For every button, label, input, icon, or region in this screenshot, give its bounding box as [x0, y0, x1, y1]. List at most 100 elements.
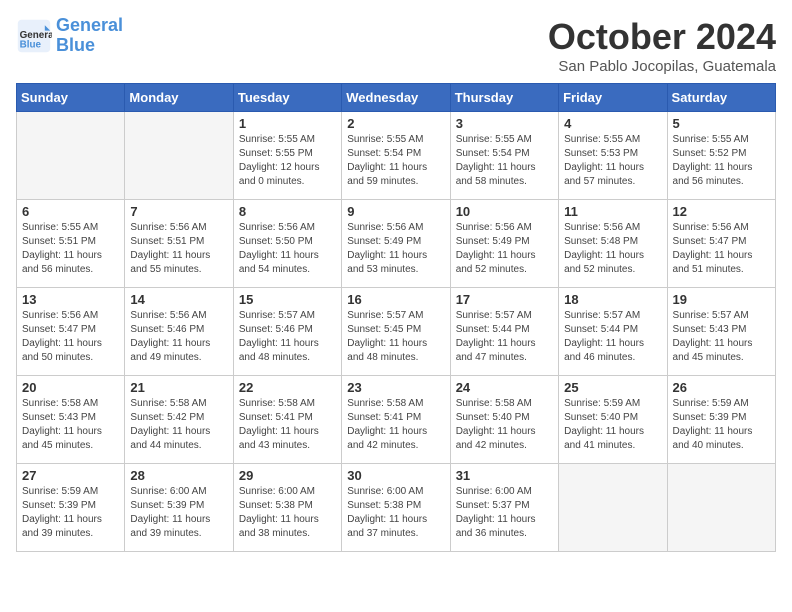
day-info: Sunrise: 5:55 AM Sunset: 5:52 PM Dayligh…	[673, 133, 770, 189]
day-number: 28	[130, 468, 227, 483]
calendar-header-row: SundayMondayTuesdayWednesdayThursdayFrid…	[17, 84, 776, 112]
day-number: 18	[564, 292, 661, 307]
calendar-cell: 2Sunrise: 5:55 AM Sunset: 5:54 PM Daylig…	[342, 112, 450, 200]
day-info: Sunrise: 5:57 AM Sunset: 5:44 PM Dayligh…	[564, 309, 661, 365]
calendar-cell: 26 Sunrise: 5:59 AM Sunset: 5:39 PM Dayli…	[667, 376, 775, 464]
day-info: Sunrise: 5:56 AM Sunset: 5:48 PM Dayligh…	[564, 221, 661, 277]
calendar-cell: 12 Sunrise: 5:56 AM Sunset: 5:47 PM Dayli…	[667, 200, 775, 288]
day-info: Sunrise: 5:56 AM Sunset: 5:46 PM Dayligh…	[130, 309, 227, 365]
calendar-cell: 22 Sunrise: 5:58 AM Sunset: 5:41 PM Dayli…	[233, 376, 341, 464]
day-info: Sunrise: 5:58 AM Sunset: 5:40 PM Dayligh…	[456, 397, 553, 453]
title-block: October 2024 San Pablo Jocopilas, Guatem…	[548, 16, 776, 75]
calendar-cell: 9 Sunrise: 5:56 AM Sunset: 5:49 PM Daylig…	[342, 200, 450, 288]
day-number: 22	[239, 380, 336, 395]
calendar-cell: 27 Sunrise: 5:59 AM Sunset: 5:39 PM Dayli…	[17, 464, 125, 552]
calendar-week-1: 1 Sunrise: 5:55 AM Sunset: 5:55 PM Daylig…	[17, 112, 776, 200]
day-info: Sunrise: 5:57 AM Sunset: 5:43 PM Dayligh…	[673, 309, 770, 365]
calendar-week-5: 27 Sunrise: 5:59 AM Sunset: 5:39 PM Dayli…	[17, 464, 776, 552]
calendar-table: SundayMondayTuesdayWednesdayThursdayFrid…	[16, 83, 776, 552]
calendar-cell: 11 Sunrise: 5:56 AM Sunset: 5:48 PM Dayli…	[559, 200, 667, 288]
calendar-cell: 20 Sunrise: 5:58 AM Sunset: 5:43 PM Dayli…	[17, 376, 125, 464]
day-number: 20	[22, 380, 119, 395]
calendar-cell: 6 Sunrise: 5:55 AM Sunset: 5:51 PM Daylig…	[17, 200, 125, 288]
calendar-cell	[125, 112, 233, 200]
col-header-monday: Monday	[125, 84, 233, 112]
col-header-saturday: Saturday	[667, 84, 775, 112]
calendar-cell: 19 Sunrise: 5:57 AM Sunset: 5:43 PM Dayli…	[667, 288, 775, 376]
calendar-cell	[559, 464, 667, 552]
calendar-cell	[667, 464, 775, 552]
day-info: Sunrise: 5:56 AM Sunset: 5:47 PM Dayligh…	[673, 221, 770, 277]
day-number: 5	[673, 116, 770, 131]
calendar-cell: 25Sunrise: 5:59 AM Sunset: 5:40 PM Dayli…	[559, 376, 667, 464]
day-number: 6	[22, 204, 119, 219]
calendar-cell: 15Sunrise: 5:57 AM Sunset: 5:46 PM Dayli…	[233, 288, 341, 376]
calendar-cell: 8 Sunrise: 5:56 AM Sunset: 5:50 PM Daylig…	[233, 200, 341, 288]
calendar-cell: 28 Sunrise: 6:00 AM Sunset: 5:39 PM Dayli…	[125, 464, 233, 552]
day-info: Sunrise: 5:56 AM Sunset: 5:50 PM Dayligh…	[239, 221, 336, 277]
calendar-cell: 13Sunrise: 5:56 AM Sunset: 5:47 PM Dayli…	[17, 288, 125, 376]
calendar-cell: 23Sunrise: 5:58 AM Sunset: 5:41 PM Dayli…	[342, 376, 450, 464]
calendar-cell: 1 Sunrise: 5:55 AM Sunset: 5:55 PM Daylig…	[233, 112, 341, 200]
day-number: 17	[456, 292, 553, 307]
day-info: Sunrise: 6:00 AM Sunset: 5:39 PM Dayligh…	[130, 485, 227, 541]
col-header-tuesday: Tuesday	[233, 84, 341, 112]
day-info: Sunrise: 5:57 AM Sunset: 5:45 PM Dayligh…	[347, 309, 444, 365]
day-info: Sunrise: 5:55 AM Sunset: 5:55 PM Dayligh…	[239, 133, 336, 189]
calendar-cell: 3Sunrise: 5:55 AM Sunset: 5:54 PM Daylig…	[450, 112, 558, 200]
day-number: 29	[239, 468, 336, 483]
col-header-thursday: Thursday	[450, 84, 558, 112]
day-number: 14	[130, 292, 227, 307]
day-number: 19	[673, 292, 770, 307]
day-number: 27	[22, 468, 119, 483]
month-title: October 2024	[548, 16, 776, 58]
day-info: Sunrise: 5:55 AM Sunset: 5:53 PM Dayligh…	[564, 133, 661, 189]
day-info: Sunrise: 5:58 AM Sunset: 5:43 PM Dayligh…	[22, 397, 119, 453]
day-number: 8	[239, 204, 336, 219]
day-number: 7	[130, 204, 227, 219]
logo-icon: General Blue	[16, 18, 52, 54]
col-header-wednesday: Wednesday	[342, 84, 450, 112]
calendar-cell: 10 Sunrise: 5:56 AM Sunset: 5:49 PM Dayli…	[450, 200, 558, 288]
logo: General Blue GeneralBlue	[16, 16, 123, 56]
location: San Pablo Jocopilas, Guatemala	[548, 58, 776, 75]
calendar-cell: 14 Sunrise: 5:56 AM Sunset: 5:46 PM Dayli…	[125, 288, 233, 376]
calendar-cell: 17 Sunrise: 5:57 AM Sunset: 5:44 PM Dayli…	[450, 288, 558, 376]
col-header-sunday: Sunday	[17, 84, 125, 112]
calendar-cell	[17, 112, 125, 200]
day-info: Sunrise: 5:56 AM Sunset: 5:49 PM Dayligh…	[347, 221, 444, 277]
calendar-week-2: 6 Sunrise: 5:55 AM Sunset: 5:51 PM Daylig…	[17, 200, 776, 288]
day-number: 26	[673, 380, 770, 395]
calendar-cell: 29 Sunrise: 6:00 AM Sunset: 5:38 PM Dayli…	[233, 464, 341, 552]
day-number: 10	[456, 204, 553, 219]
day-number: 2	[347, 116, 444, 131]
day-number: 1	[239, 116, 336, 131]
day-info: Sunrise: 6:00 AM Sunset: 5:38 PM Dayligh…	[239, 485, 336, 541]
calendar-cell: 7 Sunrise: 5:56 AM Sunset: 5:51 PM Daylig…	[125, 200, 233, 288]
day-number: 21	[130, 380, 227, 395]
svg-text:Blue: Blue	[20, 39, 42, 50]
calendar-cell: 21Sunrise: 5:58 AM Sunset: 5:42 PM Dayli…	[125, 376, 233, 464]
day-number: 13	[22, 292, 119, 307]
day-number: 30	[347, 468, 444, 483]
day-number: 12	[673, 204, 770, 219]
day-number: 9	[347, 204, 444, 219]
day-number: 16	[347, 292, 444, 307]
calendar-cell: 30Sunrise: 6:00 AM Sunset: 5:38 PM Dayli…	[342, 464, 450, 552]
day-number: 23	[347, 380, 444, 395]
day-info: Sunrise: 5:59 AM Sunset: 5:39 PM Dayligh…	[673, 397, 770, 453]
day-number: 24	[456, 380, 553, 395]
day-info: Sunrise: 5:56 AM Sunset: 5:49 PM Dayligh…	[456, 221, 553, 277]
day-info: Sunrise: 5:55 AM Sunset: 5:51 PM Dayligh…	[22, 221, 119, 277]
day-number: 11	[564, 204, 661, 219]
day-info: Sunrise: 5:58 AM Sunset: 5:41 PM Dayligh…	[239, 397, 336, 453]
day-info: Sunrise: 5:56 AM Sunset: 5:51 PM Dayligh…	[130, 221, 227, 277]
day-info: Sunrise: 5:59 AM Sunset: 5:39 PM Dayligh…	[22, 485, 119, 541]
col-header-friday: Friday	[559, 84, 667, 112]
day-info: Sunrise: 5:57 AM Sunset: 5:44 PM Dayligh…	[456, 309, 553, 365]
logo-text: GeneralBlue	[56, 16, 123, 56]
page-header: General Blue GeneralBlue October 2024 Sa…	[16, 16, 776, 75]
calendar-week-4: 20 Sunrise: 5:58 AM Sunset: 5:43 PM Dayli…	[17, 376, 776, 464]
calendar-cell: 4Sunrise: 5:55 AM Sunset: 5:53 PM Daylig…	[559, 112, 667, 200]
day-number: 25	[564, 380, 661, 395]
